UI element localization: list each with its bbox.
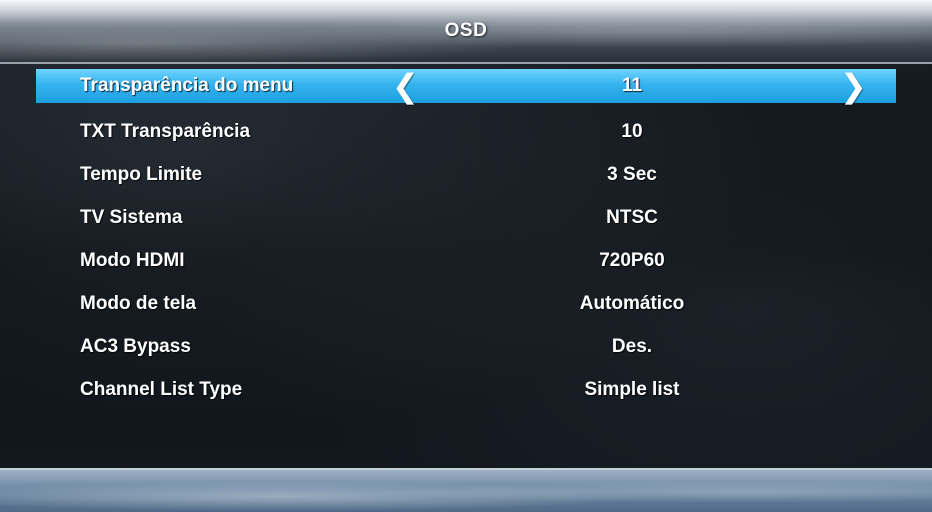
chevron-left-icon[interactable]: ❮ <box>392 67 419 105</box>
menu-item-label: Modo de tela <box>80 293 197 314</box>
page-title: OSD <box>444 20 488 41</box>
menu-item-hdmi-mode[interactable]: Modo HDMI 720P60 <box>0 241 932 284</box>
menu-item-label: Transparência do menu <box>80 75 294 96</box>
chevron-right-icon[interactable]: ❯ <box>840 67 867 105</box>
menu-item-channel-list-type[interactable]: Channel List Type Simple list <box>0 370 932 413</box>
menu-item-label: AC3 Bypass <box>80 336 191 357</box>
menu-item-label: Modo HDMI <box>80 250 185 271</box>
menu-item-value: 720P60 <box>599 250 665 271</box>
menu-item-value: 11 <box>621 75 643 96</box>
menu-item-tv-system[interactable]: TV Sistema NTSC <box>0 198 932 241</box>
menu-item-txt-transparency[interactable]: TXT Transparência 10 <box>0 112 932 155</box>
menu-item-screen-mode[interactable]: Modo de tela Automático <box>0 284 932 327</box>
menu-item-value: NTSC <box>606 207 658 228</box>
osd-screen: OSD Transparência do menu ❮ 11 ❯ TXT Tra… <box>0 0 932 512</box>
title-bar: OSD <box>0 0 932 64</box>
bottom-bar <box>0 468 932 512</box>
menu-item-value: 3 Sec <box>607 164 657 185</box>
osd-settings-menu: Transparência do menu ❮ 11 ❯ TXT Transpa… <box>0 67 932 413</box>
menu-item-value: Simple list <box>584 379 680 400</box>
menu-item-timeout[interactable]: Tempo Limite 3 Sec <box>0 155 932 198</box>
menu-item-value: 10 <box>621 121 643 142</box>
menu-item-ac3-bypass[interactable]: AC3 Bypass Des. <box>0 327 932 370</box>
menu-item-menu-transparency[interactable]: Transparência do menu ❮ 11 ❯ <box>36 67 896 105</box>
menu-item-label: TV Sistema <box>80 207 183 228</box>
menu-item-label: Tempo Limite <box>80 164 203 185</box>
menu-item-value: Des. <box>611 336 653 357</box>
menu-item-label: Channel List Type <box>80 379 243 400</box>
menu-item-value: Automático <box>579 293 685 314</box>
menu-item-label: TXT Transparência <box>80 121 251 142</box>
